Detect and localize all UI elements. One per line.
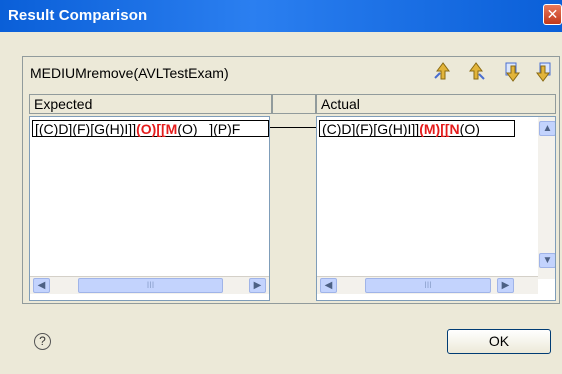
panel-title: MEDIUMremove(AVLTestExam) — [30, 65, 229, 81]
diff-last-icon[interactable] — [532, 60, 554, 82]
scroll-up-button[interactable]: ▲ — [539, 121, 555, 136]
expected-part-4: M — [165, 121, 178, 137]
help-glyph: ? — [39, 334, 46, 348]
actual-header-label: Actual — [321, 96, 360, 112]
expected-header-label: Expected — [34, 96, 93, 112]
chevron-up-icon: ▲ — [542, 123, 553, 134]
scroll-grip-icon: III — [424, 280, 432, 290]
actual-sequence: (C)D](F)[G(H)I]](M)[[N(O) — [319, 120, 515, 137]
expected-scroll-right-button[interactable]: ▶ — [249, 278, 266, 293]
expected-scroll-left-button[interactable]: ◀ — [33, 278, 50, 293]
actual-scroll-thumb[interactable]: III — [365, 278, 491, 293]
diff-next-icon[interactable] — [502, 60, 524, 82]
expected-part-2: (O) — [136, 121, 157, 137]
title-bar: Result Comparison ✕ — [0, 0, 562, 32]
expected-part-5: (O) — [177, 121, 198, 137]
actual-part-4: N — [449, 121, 460, 137]
ok-button-label: OK — [488, 333, 510, 349]
expected-horizontal-scrollbar[interactable]: ◀ III ▶ — [30, 276, 269, 294]
actual-scroll-left-button[interactable]: ◀ — [320, 278, 337, 293]
chevron-left-icon: ◀ — [324, 280, 333, 291]
actual-part-5: (O) — [459, 121, 480, 137]
help-icon[interactable]: ? — [34, 333, 51, 350]
actual-part-3: [[ — [440, 121, 450, 137]
close-button[interactable]: ✕ — [543, 4, 562, 25]
actual-part-2: (M) — [419, 121, 441, 137]
diff-connector-line — [270, 127, 317, 128]
actual-pane[interactable]: (C)D](F)[G(H)I]](M)[[N(O) ▲ ▼ — [316, 116, 556, 301]
diff-first-icon[interactable] — [432, 60, 454, 82]
connector-header — [272, 94, 316, 114]
actual-part-1: (C)D](F)[G(H)I]] — [322, 121, 420, 137]
expected-part-1: [(C)D](F)[G(H)I]] — [35, 121, 137, 137]
actual-horizontal-scrollbar[interactable]: ◀ III ▶ — [317, 276, 538, 294]
chevron-left-icon: ◀ — [37, 280, 46, 291]
actual-scroll-right-button[interactable]: ▶ — [497, 278, 514, 293]
chevron-right-icon: ▶ — [501, 280, 510, 291]
diff-previous-icon[interactable] — [465, 60, 487, 82]
actual-header: Actual — [316, 94, 556, 114]
expected-part-6: _](P)F — [197, 121, 241, 137]
close-icon: ✕ — [546, 6, 559, 22]
expected-header: Expected — [29, 94, 272, 114]
ok-button[interactable]: OK — [447, 329, 551, 354]
scroll-grip-icon: III — [146, 280, 155, 290]
expected-sequence: [(C)D](F)[G(H)I]](O)[[M(O) _](P)F — [32, 120, 269, 137]
chevron-down-icon: ▼ — [542, 255, 553, 266]
actual-vertical-scrollbar[interactable]: ▲ ▼ — [538, 117, 555, 279]
window-title: Result Comparison — [8, 7, 148, 24]
expected-scroll-thumb[interactable]: III — [78, 278, 223, 293]
expected-part-3: [[ — [156, 121, 166, 137]
chevron-right-icon: ▶ — [253, 280, 262, 291]
scroll-down-button[interactable]: ▼ — [539, 253, 555, 268]
expected-pane[interactable]: [(C)D](F)[G(H)I]](O)[[M(O) _](P)F — [29, 116, 270, 301]
